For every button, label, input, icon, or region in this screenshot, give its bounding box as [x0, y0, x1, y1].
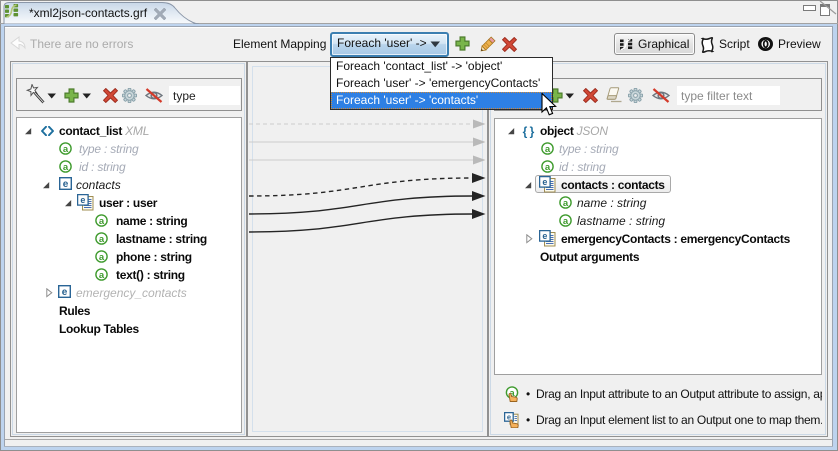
svg-text:a: a	[63, 144, 69, 155]
svg-text:a: a	[63, 162, 69, 173]
svg-text:a: a	[563, 198, 569, 209]
svg-text:a: a	[99, 270, 105, 281]
svg-text:a: a	[99, 234, 105, 245]
svg-text:a: a	[99, 252, 105, 263]
svg-text:e: e	[80, 195, 85, 205]
svg-text:e: e	[62, 287, 68, 298]
svg-text:a: a	[545, 144, 551, 155]
svg-text:e: e	[542, 177, 547, 187]
svg-text:}: }	[530, 125, 535, 139]
svg-text:a: a	[563, 216, 569, 227]
svg-text:a: a	[99, 216, 105, 227]
svg-text:{: {	[523, 125, 528, 139]
svg-text:a: a	[545, 162, 551, 173]
svg-text:e: e	[542, 231, 547, 241]
svg-text:e: e	[63, 179, 69, 190]
